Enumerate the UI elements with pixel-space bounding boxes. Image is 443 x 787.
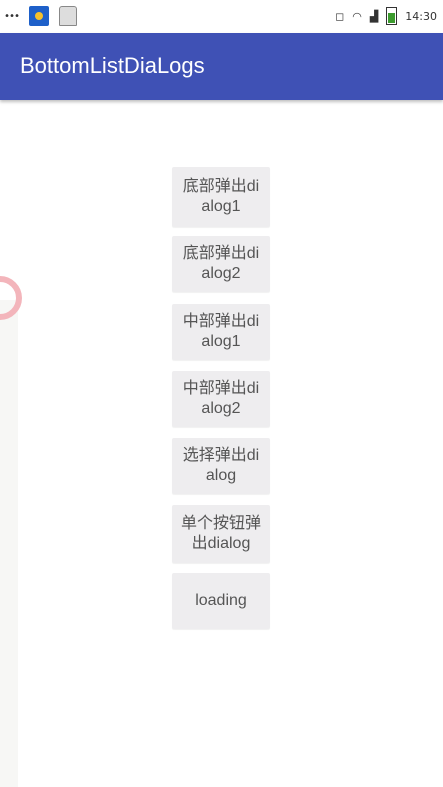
clock: 14:30	[405, 9, 437, 23]
notification-dots-icon: •••	[4, 10, 20, 22]
single-button-dialog-label: 单个按钮弹出dialog	[181, 515, 262, 552]
app-bar: BottomListDiaLogs	[0, 33, 443, 100]
center-dialog-2-label: 中部弹出dialog2	[182, 380, 260, 417]
android-notification-icon	[59, 6, 78, 26]
center-dialog-2-button[interactable]: 中部弹出dialog2	[172, 371, 270, 427]
app-notification-icon	[29, 6, 50, 26]
floating-ring-icon[interactable]	[0, 276, 22, 320]
status-bar-right: ◻ ◠ ▟ 14:30	[335, 7, 437, 25]
loading-button[interactable]: loading	[172, 573, 270, 629]
select-dialog-label: 选择弹出dialog	[182, 447, 260, 484]
select-dialog-button[interactable]: 选择弹出dialog	[172, 438, 270, 494]
wifi-icon: ◠	[352, 9, 362, 23]
side-panel-edge	[0, 300, 18, 787]
status-bar: ••• ◻ ◠ ▟ 14:30	[0, 0, 443, 33]
battery-icon	[386, 7, 398, 25]
center-dialog-1-button[interactable]: 中部弹出dialog1	[172, 304, 270, 360]
vibrate-icon: ◻	[335, 9, 345, 23]
center-dialog-1-label: 中部弹出dialog1	[182, 313, 260, 350]
bottom-dialog-1-button[interactable]: 底部弹出dialog1	[172, 167, 270, 227]
signal-icon: ▟	[369, 9, 379, 23]
bottom-dialog-2-button[interactable]: 底部弹出dialog2	[172, 236, 270, 292]
app-title: BottomListDiaLogs	[20, 53, 205, 78]
bottom-dialog-2-label: 底部弹出dialog2	[182, 245, 260, 282]
single-button-dialog-button[interactable]: 单个按钮弹出dialog	[172, 505, 270, 563]
status-bar-left: •••	[4, 6, 78, 26]
bottom-dialog-1-label: 底部弹出dialog1	[182, 178, 260, 215]
loading-label: loading	[195, 592, 247, 609]
